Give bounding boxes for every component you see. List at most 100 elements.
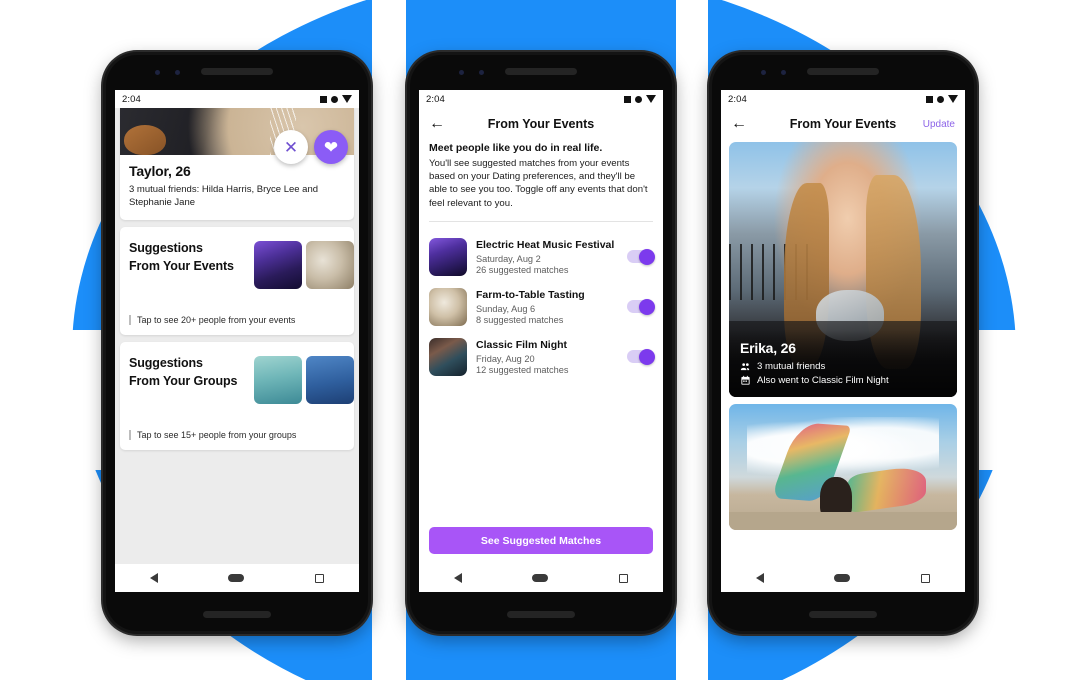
front-sensor-icon xyxy=(479,70,484,75)
front-sensor-icon xyxy=(781,70,786,75)
earpiece-speaker xyxy=(505,68,577,75)
nav-back-icon[interactable] xyxy=(454,573,463,583)
battery-triangle-icon xyxy=(342,95,352,103)
nav-home-icon[interactable] xyxy=(532,574,549,582)
status-time: 2:04 xyxy=(728,93,747,105)
event-info: Electric Heat Music Festival Saturday, A… xyxy=(476,239,618,274)
phone-mockup-3: 2:04 ← From Your Events Update Erika, 26… xyxy=(709,52,977,634)
match-name: Erika, 26 xyxy=(740,340,796,356)
event-matches-count: 8 suggested matches xyxy=(476,314,564,325)
status-icons xyxy=(320,95,352,103)
thumbnail-city-blue xyxy=(306,355,354,404)
wifi-dot-icon xyxy=(331,95,338,103)
event-matches-count: 26 suggested matches xyxy=(476,264,569,275)
intro-body: You'll see suggested matches from your e… xyxy=(429,158,648,209)
event-info: Farm-to-Table Tasting Sunday, Aug 6 8 su… xyxy=(476,289,618,324)
suggestions-events-titles: Suggestions From Your Events xyxy=(129,239,254,275)
profile-photo: ✕ ❤ xyxy=(120,108,354,164)
match-event-text: Also went to Classic Film Night xyxy=(757,375,889,386)
match-card-next[interactable] xyxy=(729,404,957,530)
toggle-knob xyxy=(639,248,655,265)
suggestions-events-title-2: From Your Events xyxy=(129,258,234,273)
event-toggle[interactable] xyxy=(627,348,655,365)
nav-home-icon[interactable] xyxy=(834,574,851,582)
toggle-knob xyxy=(639,298,655,315)
front-camera-icon xyxy=(761,70,766,75)
match-mutual-text: 3 mutual friends xyxy=(757,361,826,372)
suggestions-groups-title-2: From Your Groups xyxy=(129,373,238,388)
phone2-screen: 2:04 ← From Your Events Meet people like… xyxy=(419,90,663,592)
suggestions-groups-thumbnails xyxy=(254,354,354,404)
event-row[interactable]: Electric Heat Music Festival Saturday, A… xyxy=(429,232,655,282)
kite-photo xyxy=(729,404,957,530)
suggestions-events-footer[interactable]: Tap to see 20+ people from your events xyxy=(129,314,345,325)
event-title: Classic Film Night xyxy=(476,339,568,352)
back-arrow-icon[interactable]: ← xyxy=(429,116,447,132)
phone-mockup-2: 2:04 ← From Your Events Meet people like… xyxy=(407,52,675,634)
page-title: From Your Events xyxy=(487,117,595,131)
nav-recents-icon[interactable] xyxy=(618,573,628,583)
event-title: Farm-to-Table Tasting xyxy=(476,289,585,302)
status-time: 2:04 xyxy=(426,93,445,105)
phone3-app-bar: ← From Your Events Update xyxy=(721,108,965,140)
bottom-speaker xyxy=(203,611,271,618)
suggestions-events-top: Suggestions From Your Events xyxy=(120,227,354,289)
android-nav-bar xyxy=(115,564,359,592)
heart-icon[interactable]: ❤ xyxy=(314,130,348,164)
status-icons xyxy=(624,95,656,103)
event-date: Friday, Aug 20 xyxy=(476,353,535,364)
suggestions-events-card[interactable]: Suggestions From Your Events Tap to see … xyxy=(120,226,354,335)
event-toggle[interactable] xyxy=(627,298,655,315)
signal-square-icon xyxy=(624,95,631,103)
suggestions-events-title-1: Suggestions xyxy=(129,240,203,255)
nav-back-icon[interactable] xyxy=(756,573,765,583)
phone-mockup-1: 2:04 ✕ ❤ Taylor, 26 3 mutual friends: Hi… xyxy=(103,52,371,634)
event-info: Classic Film Night Friday, Aug 20 12 sug… xyxy=(476,339,618,374)
wifi-dot-icon xyxy=(635,95,642,103)
profile-actions: ✕ ❤ xyxy=(274,130,348,164)
back-arrow-icon[interactable]: ← xyxy=(731,116,749,132)
earpiece-speaker xyxy=(807,68,879,75)
match-card-erika[interactable]: Erika, 26 3 mutual friends Also went to xyxy=(729,142,957,397)
nav-back-icon[interactable] xyxy=(150,573,159,583)
screenshot-canvas: 2:04 ✕ ❤ Taylor, 26 3 mutual friends: Hi… xyxy=(0,0,1080,680)
profile-card[interactable]: ✕ ❤ Taylor, 26 3 mutual friends: Hilda H… xyxy=(120,108,354,220)
event-thumbnail-farm-tasting xyxy=(429,287,467,326)
event-date: Saturday, Aug 2 xyxy=(476,253,541,264)
profile-details: Taylor, 26 3 mutual friends: Hilda Harri… xyxy=(120,155,354,220)
profile-name: Taylor, 26 xyxy=(129,163,191,179)
match-mutual-row: 3 mutual friends xyxy=(740,361,946,372)
close-icon[interactable]: ✕ xyxy=(274,130,308,164)
suggestions-groups-title-1: Suggestions xyxy=(129,355,203,370)
nav-home-icon[interactable] xyxy=(228,574,245,582)
event-matches-count: 12 suggested matches xyxy=(476,364,569,375)
thumbnail-festival xyxy=(254,240,302,289)
nav-recents-icon[interactable] xyxy=(314,573,324,583)
status-time: 2:04 xyxy=(122,93,141,105)
signal-square-icon xyxy=(320,95,327,103)
front-camera-icon xyxy=(459,70,464,75)
nav-recents-icon[interactable] xyxy=(920,573,930,583)
event-row[interactable]: Farm-to-Table Tasting Sunday, Aug 6 8 su… xyxy=(429,282,655,332)
battery-triangle-icon xyxy=(646,95,656,103)
event-row[interactable]: Classic Film Night Friday, Aug 20 12 sug… xyxy=(429,332,655,382)
suggestions-groups-card[interactable]: Suggestions From Your Groups Tap to see … xyxy=(120,341,354,450)
status-bar: 2:04 xyxy=(419,90,663,108)
bottom-speaker xyxy=(809,611,877,618)
thumbnail-city-teal xyxy=(254,355,302,404)
suggestions-groups-footer[interactable]: Tap to see 15+ people from your groups xyxy=(129,429,345,440)
android-nav-bar xyxy=(419,564,663,592)
event-toggle[interactable] xyxy=(627,248,655,265)
profile-mutual-friends: 3 mutual friends: Hilda Harris, Bryce Le… xyxy=(129,184,319,208)
bottom-speaker xyxy=(507,611,575,618)
update-button[interactable]: Update xyxy=(923,119,955,130)
android-nav-bar xyxy=(721,564,965,592)
see-suggested-matches-button[interactable]: See Suggested Matches xyxy=(429,527,653,554)
event-thumbnail-film-night xyxy=(429,337,467,376)
phone2-app-bar: ← From Your Events xyxy=(419,108,663,140)
thumbnail-food xyxy=(306,240,354,289)
event-title: Electric Heat Music Festival xyxy=(476,239,615,252)
status-bar: 2:04 xyxy=(721,90,965,108)
event-date: Sunday, Aug 6 xyxy=(476,303,536,314)
background-gutter-left xyxy=(372,0,406,680)
